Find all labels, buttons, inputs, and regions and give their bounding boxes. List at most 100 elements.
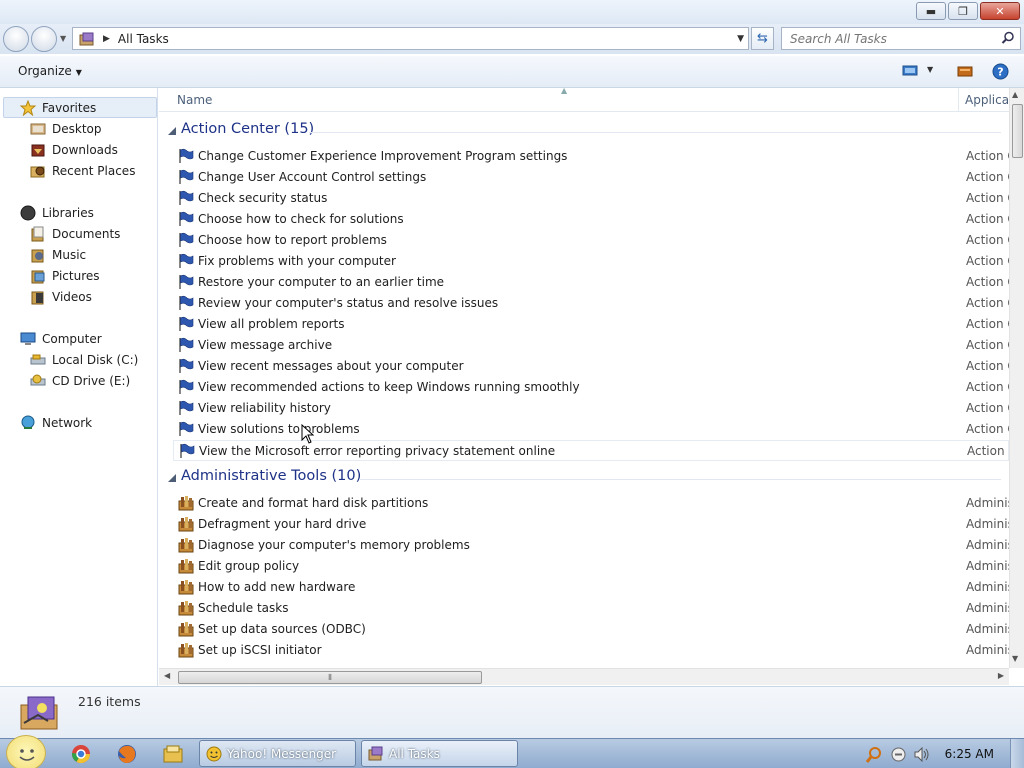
task-list-item[interactable]: Restore your computer to an earlier time…: [173, 272, 1009, 293]
action-center-flag-icon: [179, 211, 194, 226]
clock[interactable]: 6:25 AM: [945, 747, 994, 761]
forward-button[interactable]: [31, 26, 57, 52]
sidebar-item-recent-places[interactable]: Recent Places: [30, 161, 135, 181]
task-list-item[interactable]: Change Customer Experience Improvement P…: [173, 146, 1009, 167]
sidebar-item-network[interactable]: Network: [20, 413, 92, 433]
task-list-item[interactable]: Schedule tasks Adminis: [173, 598, 1009, 619]
sidebar-item-documents[interactable]: Documents: [30, 224, 120, 244]
task-list-item[interactable]: Review your computer's status and resolv…: [173, 293, 1009, 314]
chrome-icon[interactable]: [70, 743, 92, 765]
task-list-item[interactable]: View recommended actions to keep Windows…: [173, 377, 1009, 398]
task-list-item[interactable]: Choose how to report problems Action C: [173, 230, 1009, 251]
task-list-item[interactable]: View recent messages about your computer…: [173, 356, 1009, 377]
horizontal-scrollbar[interactable]: ◀ ⦀ ▶: [159, 668, 1009, 685]
task-list-item[interactable]: Choose how to check for solutions Action …: [173, 209, 1009, 230]
task-application: Action C: [966, 170, 1009, 184]
action-center-flag-icon: [179, 190, 194, 205]
messenger-tray-icon[interactable]: [891, 747, 906, 762]
task-list-item[interactable]: Edit group policy Adminis: [173, 556, 1009, 577]
search-icon[interactable]: [1001, 31, 1015, 45]
vertical-scrollbar[interactable]: ▲ ▼: [1009, 88, 1024, 668]
column-header-application[interactable]: Applica: [965, 93, 1009, 107]
task-list-item[interactable]: Set up iSCSI initiator Adminis: [173, 640, 1009, 661]
scroll-right-icon[interactable]: ▶: [998, 671, 1004, 680]
group-header-administrative-tools[interactable]: Administrative Tools (10): [159, 466, 1009, 490]
organize-button[interactable]: Organize ▼: [12, 63, 88, 79]
search-input[interactable]: [782, 28, 992, 49]
task-list-item[interactable]: View solutions to problems Action C: [173, 419, 1009, 440]
maximize-button[interactable]: ❐: [948, 2, 978, 20]
view-options-dropdown-icon[interactable]: ▼: [927, 65, 933, 74]
scroll-up-icon[interactable]: ▲: [1012, 90, 1018, 99]
sidebar-item-libraries[interactable]: Libraries: [20, 203, 94, 223]
volume-icon[interactable]: [914, 747, 930, 762]
task-list-item[interactable]: View message archive Action C: [173, 335, 1009, 356]
task-list-item[interactable]: Diagnose your computer's memory problems…: [173, 535, 1009, 556]
task-application: Action C: [966, 422, 1009, 436]
close-button[interactable]: ✕: [980, 2, 1020, 20]
search-box[interactable]: [781, 27, 1021, 50]
details-pane: 216 items: [0, 686, 1024, 738]
minimize-button[interactable]: ▬: [916, 2, 946, 20]
collapse-triangle-icon[interactable]: [168, 127, 176, 135]
task-list-item[interactable]: View the Microsoft error reporting priva…: [173, 440, 1009, 461]
administrative-tools-icon: [178, 538, 194, 553]
help-icon[interactable]: ?: [992, 63, 1009, 80]
column-header-name[interactable]: Name: [177, 93, 212, 107]
task-list-item[interactable]: Defragment your hard drive Adminis: [173, 514, 1009, 535]
scroll-down-icon[interactable]: ▼: [1012, 654, 1018, 663]
sidebar-item-computer[interactable]: Computer: [20, 329, 102, 349]
taskbar-yahoo-messenger[interactable]: Yahoo! Messenger: [199, 740, 356, 767]
back-button[interactable]: [3, 26, 29, 52]
address-dropdown-icon[interactable]: ▼: [737, 34, 744, 44]
collapse-triangle-icon[interactable]: [168, 474, 176, 482]
group-header-action-center[interactable]: Action Center (15): [159, 119, 1009, 143]
firefox-icon[interactable]: [116, 743, 138, 765]
sidebar-item-cd-drive[interactable]: CD Drive (E:): [30, 371, 130, 391]
sidebar-item-desktop[interactable]: Desktop: [30, 119, 102, 139]
organize-label: Organize: [18, 64, 72, 78]
address-bar[interactable]: ▶ All Tasks ▼: [72, 27, 749, 50]
scroll-left-icon[interactable]: ◀: [164, 671, 170, 680]
chevron-down-icon: ▼: [75, 68, 82, 77]
start-button[interactable]: [6, 735, 46, 768]
sidebar-item-videos[interactable]: Videos: [30, 287, 92, 307]
sidebar-item-music[interactable]: Music: [30, 245, 86, 265]
file-explorer-icon[interactable]: [162, 743, 184, 765]
show-desktop-button[interactable]: [1010, 739, 1024, 768]
recent-pages-dropdown[interactable]: ▼: [60, 34, 66, 43]
preview-pane-icon[interactable]: [957, 64, 973, 78]
task-list-item[interactable]: Fix problems with your computer Action C: [173, 251, 1009, 272]
title-bar: ▬ ❐ ✕: [0, 0, 1024, 24]
task-label: Edit group policy: [198, 559, 300, 573]
search-tray-icon[interactable]: [865, 746, 883, 764]
sidebar-label: Downloads: [52, 143, 118, 157]
action-center-flag-icon: [179, 316, 194, 331]
task-list-item[interactable]: Check security status Action C: [173, 188, 1009, 209]
task-list-item[interactable]: How to add new hardware Adminis: [173, 577, 1009, 598]
sidebar-item-pictures[interactable]: Pictures: [30, 266, 100, 286]
task-list-item[interactable]: View reliability history Action C: [173, 398, 1009, 419]
task-label: View the Microsoft error reporting priva…: [199, 444, 556, 458]
task-list-item[interactable]: Set up data sources (ODBC) Adminis: [173, 619, 1009, 640]
sidebar-item-favorites[interactable]: Favorites: [20, 98, 96, 118]
sidebar-label: Local Disk (C:): [52, 353, 139, 367]
change-view-icon[interactable]: [902, 64, 918, 78]
breadcrumb-all-tasks[interactable]: All Tasks: [118, 32, 169, 46]
refresh-button[interactable]: ⇆: [751, 27, 774, 50]
sidebar-label: Music: [52, 248, 87, 262]
sidebar-item-downloads[interactable]: Downloads: [30, 140, 118, 160]
task-list-item[interactable]: Create and format hard disk partitions Ad…: [173, 493, 1009, 514]
horizontal-scroll-thumb[interactable]: ⦀: [178, 671, 482, 684]
task-list-item[interactable]: Change User Account Control settings Acti…: [173, 167, 1009, 188]
breadcrumb-separator-icon[interactable]: ▶: [103, 34, 110, 44]
task-label: View reliability history: [198, 401, 331, 415]
sidebar-item-local-disk[interactable]: Local Disk (C:): [30, 350, 138, 370]
taskbar-all-tasks[interactable]: All Tasks: [361, 740, 518, 767]
group-divider: [309, 132, 1001, 133]
vertical-scroll-thumb[interactable]: [1012, 104, 1023, 158]
column-divider[interactable]: [958, 88, 959, 112]
administrative-tools-icon: [178, 643, 194, 658]
taskbar: Yahoo! Messenger All Tasks 6:25 AM: [0, 735, 1024, 768]
task-list-item[interactable]: View all problem reports Action C: [173, 314, 1009, 335]
